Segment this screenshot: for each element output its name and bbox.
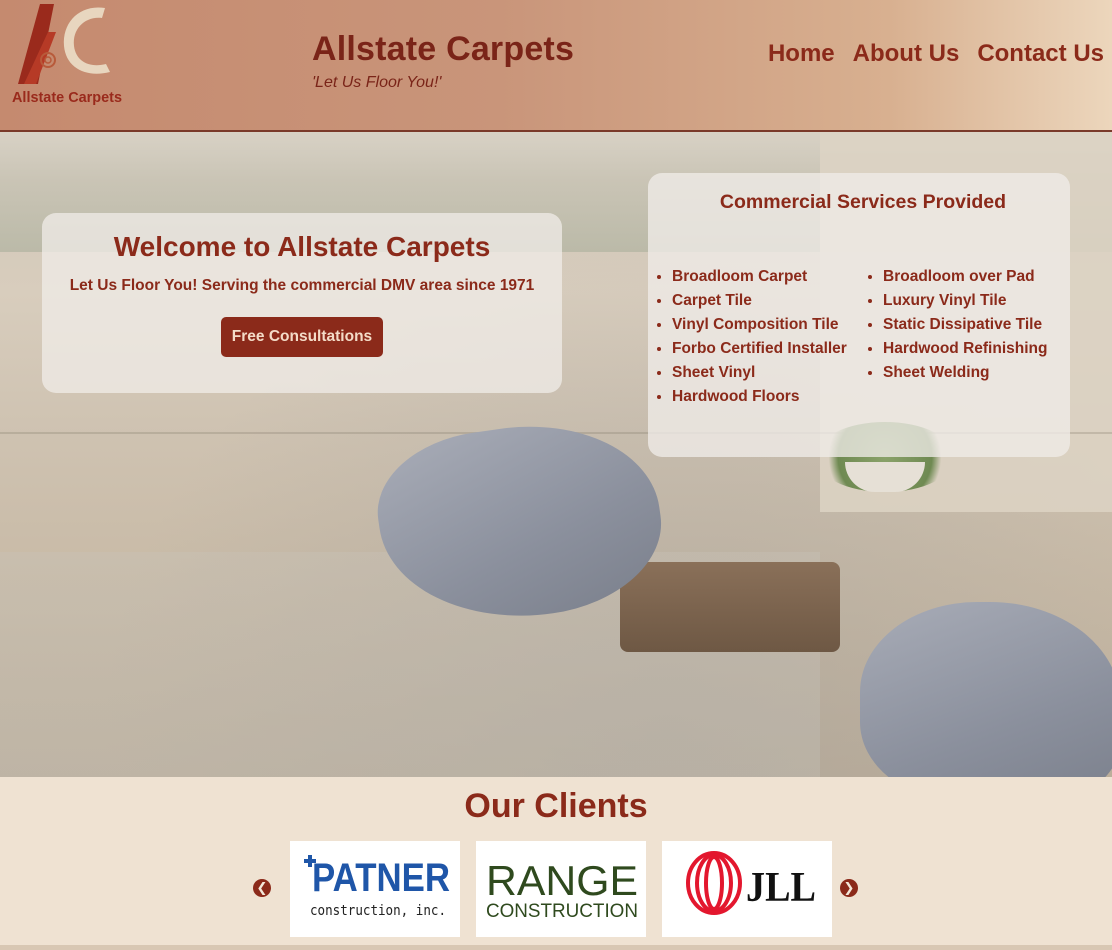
chevron-right-icon[interactable]: ❯ <box>840 879 858 897</box>
hero-section: Welcome to Allstate Carpets Let Us Floor… <box>0 132 1112 777</box>
nav-about-us[interactable]: About Us <box>853 40 960 68</box>
client-logo-subtitle: CONSTRUCTION <box>486 901 638 922</box>
jll-logo-graphic: JLL <box>686 851 816 915</box>
service-item: Sheet Vinyl <box>672 361 847 385</box>
client-logo-name: RANGE <box>486 857 638 904</box>
site-title: Allstate Carpets <box>312 30 575 68</box>
footer-divider <box>0 945 1112 950</box>
welcome-title: Welcome to Allstate Carpets <box>113 231 491 262</box>
client-logo-name: PATNER <box>312 856 450 900</box>
hero-background-chair <box>860 602 1112 777</box>
logo-text: Allstate Carpets <box>12 90 122 106</box>
service-item: Luxury Vinyl Tile <box>883 289 1047 313</box>
client-logo-jll[interactable]: JLL <box>662 841 832 937</box>
hero-background-table <box>620 562 840 652</box>
range-logo-graphic: RANGE CONSTRUCTION <box>486 857 638 922</box>
client-logo-range[interactable]: RANGE CONSTRUCTION <box>476 841 646 937</box>
service-item: Hardwood Floors <box>672 385 847 409</box>
patner-logo-graphic: PATNER construction, inc. <box>304 855 450 919</box>
service-item: Carpet Tile <box>672 289 847 313</box>
site-tagline: 'Let Us Floor You!' <box>312 74 442 91</box>
services-card: Commercial Services Provided Broadloom C… <box>648 173 1070 457</box>
chevron-left-icon[interactable]: ❮ <box>253 879 271 897</box>
client-logo-subtitle: construction, inc. <box>310 903 446 919</box>
nav-home[interactable]: Home <box>768 40 835 68</box>
service-item: Broadloom Carpet <box>672 265 847 289</box>
nav-contact-us[interactable]: Contact Us <box>977 40 1104 68</box>
service-item: Static Dissipative Tile <box>883 313 1047 337</box>
service-item: Sheet Welding <box>883 361 1047 385</box>
client-logo-name: JLL <box>746 865 816 911</box>
site-header: Allstate Carpets Allstate Carpets 'Let U… <box>0 0 1112 132</box>
service-item: Forbo Certified Installer <box>672 337 847 361</box>
services-list-left: Broadloom Carpet Carpet Tile Vinyl Compo… <box>650 265 847 409</box>
clients-title: Our Clients <box>464 787 648 825</box>
services-title: Commercial Services Provided <box>719 191 1007 213</box>
service-item: Hardwood Refinishing <box>883 337 1047 361</box>
services-list-right: Broadloom over Pad Luxury Vinyl Tile Sta… <box>861 265 1047 385</box>
welcome-card: Welcome to Allstate Carpets Let Us Floor… <box>42 213 562 393</box>
service-item: Vinyl Composition Tile <box>672 313 847 337</box>
free-consultations-button[interactable]: Free Consultations <box>221 317 383 357</box>
service-item: Broadloom over Pad <box>883 265 1047 289</box>
welcome-subtitle: Let Us Floor You! Serving the commercial… <box>69 277 535 294</box>
allstate-carpets-logo[interactable]: Allstate Carpets <box>10 2 125 108</box>
client-logo-patner[interactable]: PATNER construction, inc. <box>290 841 460 937</box>
main-nav: Home About Us Contact Us <box>768 40 1104 68</box>
